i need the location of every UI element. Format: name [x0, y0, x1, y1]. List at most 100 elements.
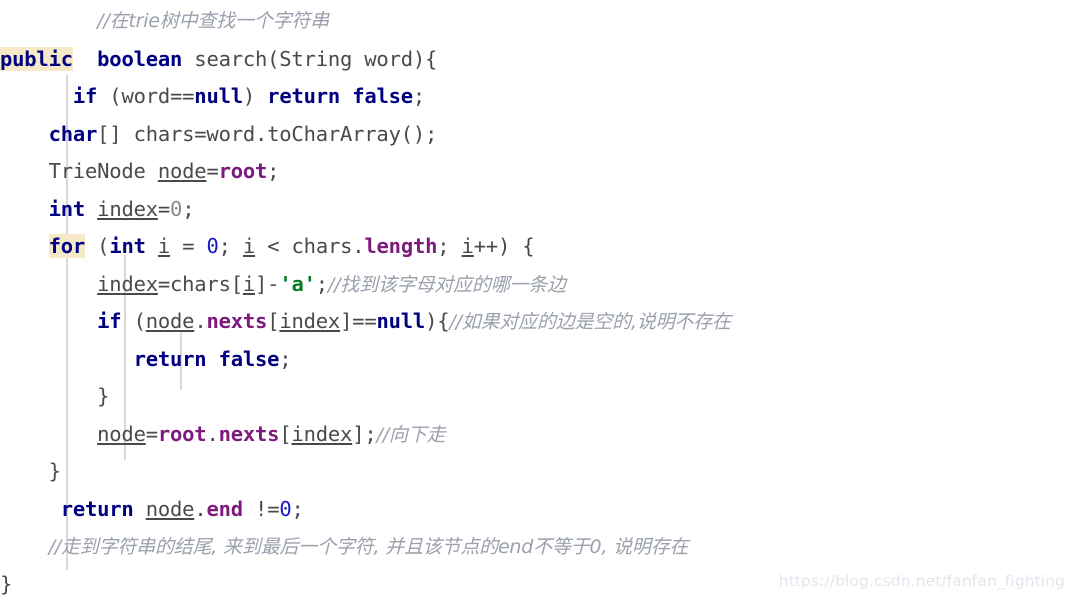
code-token: 0: [170, 197, 183, 221]
code-token: =: [170, 234, 207, 258]
code-token: ;: [412, 84, 426, 108]
code-line[interactable]: for (int i = 0; i < chars.length; i++) {: [0, 228, 1073, 265]
code-token: TrieNode: [0, 159, 158, 183]
code-token: //如果对应的边是空的,说明不存在: [449, 311, 731, 333]
code-token: .: [194, 497, 207, 521]
code-line[interactable]: return node.end !=0;: [0, 491, 1073, 528]
code-token: root: [218, 159, 268, 183]
code-token: public: [0, 47, 73, 71]
code-line[interactable]: return false;: [0, 341, 1073, 378]
code-token: .: [206, 422, 219, 446]
code-line[interactable]: char[] chars=word.toCharArray();: [0, 116, 1073, 153]
code-line[interactable]: }: [0, 378, 1073, 415]
code-token: ++) {: [473, 234, 535, 258]
code-token: for: [48, 234, 86, 258]
code-token: i: [242, 234, 256, 258]
code-token: //走到字符串的结尾, 来到最后一个字符, 并且该节点的end不等于0, 说明存…: [48, 536, 689, 558]
code-token: //向下走: [376, 424, 446, 446]
code-token: ;: [437, 234, 462, 258]
code-token: boolean: [97, 47, 183, 71]
code-token: char: [48, 122, 98, 146]
code-line[interactable]: int index=0;: [0, 191, 1073, 228]
code-token: =: [145, 422, 158, 446]
code-token: return: [133, 347, 207, 371]
code-token: =: [157, 197, 171, 221]
code-token: ;: [182, 197, 195, 221]
code-token: (word==: [97, 84, 195, 108]
code-token: if: [72, 84, 98, 108]
code-line[interactable]: index=chars[i]-'a';//找到该字母对应的哪一条边: [0, 266, 1073, 303]
code-token: node: [145, 497, 195, 521]
code-token: ]-: [255, 272, 280, 296]
code-token: [: [279, 422, 292, 446]
code-token: node: [145, 309, 195, 333]
code-line[interactable]: TrieNode node=root;: [0, 153, 1073, 190]
code-token: ): [242, 84, 268, 108]
code-line[interactable]: node=root.nexts[index];//向下走: [0, 416, 1073, 453]
code-token: ;: [291, 497, 304, 521]
code-line[interactable]: if (word==null) return false;: [0, 78, 1073, 115]
code-token: }: [0, 384, 110, 408]
code-token: length: [364, 234, 438, 258]
code-token: ){: [425, 309, 450, 333]
code-token: }: [0, 459, 61, 483]
code-editor-viewport: //在trie树中查找一个字符串 public boolean search(St…: [0, 0, 1073, 602]
code-token: 0: [279, 497, 292, 521]
code-token: root: [157, 422, 207, 446]
code-token: nexts: [206, 309, 268, 333]
code-token: }: [0, 572, 13, 596]
code-token: ;: [267, 159, 280, 183]
code-token: index: [279, 309, 341, 333]
csdn-blog-watermark: https://blog.csdn.net/fanfan_fighting: [778, 572, 1065, 590]
code-token: ]==: [340, 309, 377, 333]
code-token: false: [352, 84, 413, 108]
code-token: int: [109, 234, 146, 258]
code-token: 0: [206, 234, 219, 258]
code-token: null: [376, 309, 426, 333]
code-line[interactable]: public boolean search(String word){: [0, 41, 1073, 78]
code-token: return: [267, 84, 341, 108]
code-token: ;: [315, 272, 328, 296]
code-token: node: [157, 159, 207, 183]
code-line[interactable]: }: [0, 453, 1073, 490]
code-token: int: [48, 197, 86, 221]
code-token: (: [121, 309, 146, 333]
code-token: i: [157, 234, 171, 258]
code-token: //在trie树中查找一个字符串: [97, 10, 329, 32]
code-token: ];: [352, 422, 377, 446]
code-token: index: [97, 272, 158, 296]
code-token: !=: [242, 497, 280, 521]
code-token: false: [218, 347, 280, 371]
code-token: i: [242, 272, 256, 296]
code-line[interactable]: if (node.nexts[index]==null){//如果对应的边是空的…: [0, 303, 1073, 340]
code-token: =: [206, 159, 219, 183]
code-token: ;: [218, 234, 243, 258]
code-token: search(String word){: [182, 47, 438, 71]
code-token: ;: [279, 347, 292, 371]
code-token: index: [97, 197, 158, 221]
code-token: node: [97, 422, 146, 446]
code-line[interactable]: //走到字符串的结尾, 来到最后一个字符, 并且该节点的end不等于0, 说明存…: [0, 528, 1073, 565]
code-token: nexts: [218, 422, 280, 446]
code-token: .: [194, 309, 207, 333]
code-token: null: [194, 84, 243, 108]
code-token: (: [85, 234, 110, 258]
code-line[interactable]: //在trie树中查找一个字符串: [0, 2, 1073, 39]
code-token: < chars.: [255, 234, 365, 258]
code-token: //找到该字母对应的哪一条边: [327, 274, 566, 296]
code-token: i: [461, 234, 474, 258]
